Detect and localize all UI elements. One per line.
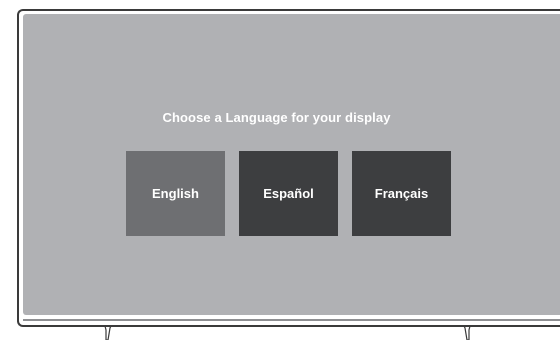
tv-stand-right [463, 326, 471, 340]
tv-stand-left [104, 326, 112, 340]
language-option-espanol[interactable]: Español [239, 151, 338, 236]
language-option-english[interactable]: English [126, 151, 225, 236]
tv-frame: Choose a Language for your display Engli… [17, 9, 560, 327]
language-option-label: Français [374, 186, 429, 201]
language-option-francais[interactable]: Français [352, 151, 451, 236]
display-screen: Choose a Language for your display Engli… [23, 14, 560, 315]
language-option-label: Español [263, 186, 314, 201]
language-option-label: English [152, 186, 199, 201]
language-prompt: Choose a Language for your display [162, 110, 391, 125]
bezel-bottom-edge [23, 319, 560, 321]
